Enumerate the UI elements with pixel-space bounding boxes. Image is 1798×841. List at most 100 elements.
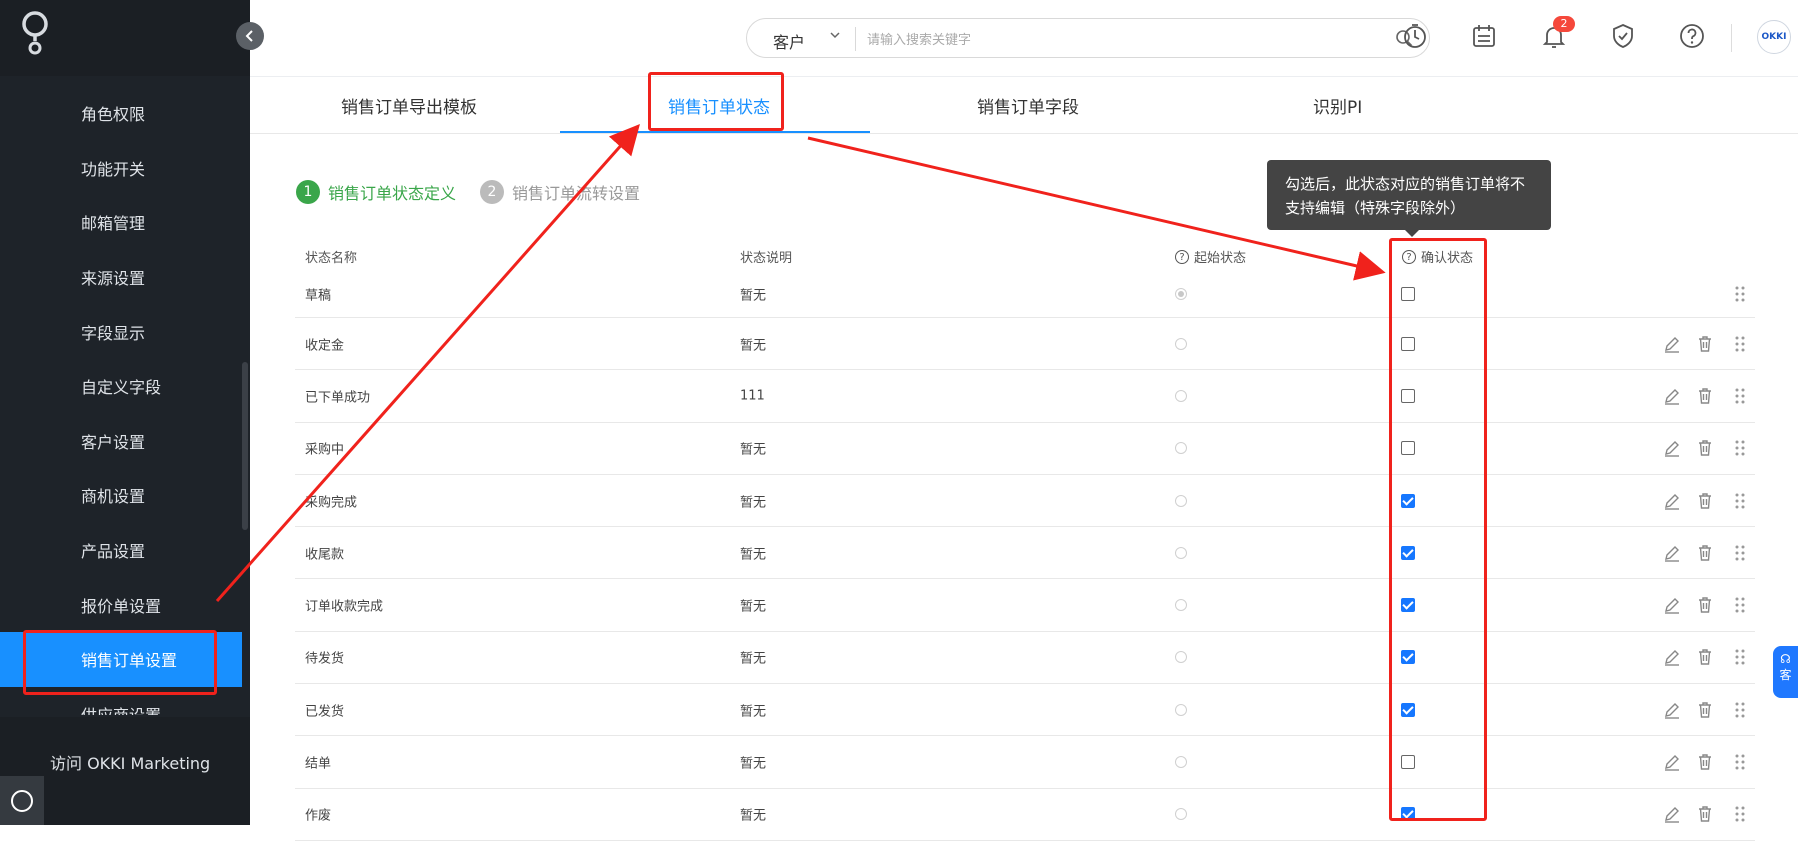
drag-handle-icon[interactable] — [1731, 596, 1749, 614]
confirm-status-checkbox[interactable] — [1401, 545, 1415, 560]
initial-status-radio[interactable] — [1175, 337, 1187, 350]
edit-icon[interactable] — [1663, 387, 1681, 405]
sidebar-item[interactable]: 角色权限 — [0, 86, 242, 141]
edit-icon[interactable] — [1663, 753, 1681, 771]
delete-icon[interactable] — [1696, 701, 1714, 719]
okki-marketing-link[interactable]: 访问 OKKI Marketing — [50, 750, 210, 774]
sidebar-scrollbar[interactable] — [242, 362, 248, 530]
delete-icon[interactable] — [1696, 648, 1714, 666]
edit-icon[interactable] — [1663, 335, 1681, 353]
sidebar-header — [0, 0, 250, 76]
step-flow-settings[interactable]: 2 销售订单流转设置 — [480, 180, 640, 204]
table-row: 作废 暂无 — [295, 789, 1755, 841]
column-header-confirm: ? 确认状态 — [1402, 247, 1473, 266]
delete-icon[interactable] — [1696, 335, 1714, 353]
delete-icon[interactable] — [1696, 544, 1714, 562]
confirm-status-checkbox[interactable] — [1401, 650, 1415, 665]
drag-handle-icon[interactable] — [1731, 335, 1749, 353]
tab-identify-pi[interactable]: 识别PI — [1313, 93, 1362, 118]
delete-icon[interactable] — [1696, 753, 1714, 771]
status-description: 暂无 — [740, 288, 767, 303]
initial-status-radio[interactable] — [1175, 442, 1187, 455]
tab-export-template[interactable]: 销售订单导出模板 — [341, 93, 477, 118]
sidebar-item[interactable]: 客户设置 — [0, 414, 242, 469]
sidebar-collapse-button[interactable] — [236, 22, 264, 50]
status-description: 暂无 — [740, 704, 767, 720]
help-icon[interactable] — [1678, 22, 1706, 50]
question-icon[interactable]: ? — [1175, 249, 1189, 264]
confirm-status-checkbox[interactable] — [1401, 755, 1415, 770]
app-logo-icon[interactable] — [18, 10, 52, 56]
drag-handle-icon[interactable] — [1731, 648, 1749, 666]
confirm-status-checkbox[interactable] — [1401, 388, 1415, 403]
confirm-status-checkbox[interactable] — [1401, 807, 1415, 822]
column-header-name: 状态名称 — [305, 251, 358, 266]
status-name: 作废 — [305, 808, 332, 824]
initial-status-radio[interactable] — [1175, 389, 1187, 402]
step-number: 1 — [296, 180, 320, 204]
delete-icon[interactable] — [1696, 387, 1714, 405]
sidebar-item[interactable]: 商机设置 — [0, 468, 242, 523]
table-row: 结单 暂无 — [295, 736, 1755, 789]
initial-status-radio[interactable] — [1175, 651, 1187, 664]
customer-service-button[interactable]: ☊ 客 — [1773, 646, 1798, 698]
drag-handle-icon[interactable] — [1731, 439, 1749, 457]
drag-handle-icon[interactable] — [1731, 701, 1749, 719]
sidebar-item[interactable]: 功能开关 — [0, 141, 242, 196]
initial-status-radio[interactable] — [1175, 287, 1187, 300]
sidebar-item[interactable]: 字段显示 — [0, 304, 242, 359]
sidebar-item[interactable]: 自定义字段 — [0, 359, 242, 414]
initial-status-radio[interactable] — [1175, 599, 1187, 612]
initial-status-radio[interactable] — [1175, 546, 1187, 559]
drag-handle-icon[interactable] — [1731, 753, 1749, 771]
confirm-status-checkbox[interactable] — [1401, 336, 1415, 351]
drag-handle-icon[interactable] — [1731, 285, 1749, 303]
delete-icon[interactable] — [1696, 805, 1714, 823]
drag-handle-icon[interactable] — [1731, 544, 1749, 562]
confirm-status-checkbox[interactable] — [1401, 598, 1415, 613]
initial-status-radio[interactable] — [1175, 756, 1187, 769]
delete-icon[interactable] — [1696, 596, 1714, 614]
confirm-status-checkbox[interactable] — [1401, 702, 1415, 717]
theme-toggle-icon[interactable] — [0, 776, 44, 825]
sidebar-item[interactable]: 销售订单设置 — [0, 631, 242, 687]
tab-order-status[interactable]: 销售订单状态 — [668, 93, 770, 118]
edit-icon[interactable] — [1663, 805, 1681, 824]
drag-handle-icon[interactable] — [1731, 492, 1749, 510]
tab-order-fields[interactable]: 销售订单字段 — [977, 93, 1079, 118]
edit-icon[interactable] — [1663, 701, 1681, 719]
shield-icon[interactable] — [1609, 22, 1637, 50]
step-status-definition[interactable]: 1 销售订单状态定义 — [296, 180, 456, 204]
edit-icon[interactable] — [1663, 544, 1681, 562]
sidebar-item[interactable]: 邮箱管理 — [0, 195, 242, 250]
edit-icon[interactable] — [1663, 648, 1681, 667]
sidebar-item[interactable]: 来源设置 — [0, 250, 242, 305]
delete-icon[interactable] — [1696, 439, 1714, 457]
search-input[interactable] — [865, 27, 1389, 53]
sidebar-item[interactable]: 报价单设置 — [0, 577, 242, 632]
sidebar-item[interactable]: 产品设置 — [0, 523, 242, 578]
edit-icon[interactable] — [1663, 492, 1681, 510]
initial-status-radio[interactable] — [1175, 494, 1187, 507]
confirm-status-checkbox[interactable] — [1401, 441, 1415, 456]
edit-icon[interactable] — [1663, 439, 1681, 457]
confirm-status-checkbox[interactable] — [1401, 493, 1415, 508]
status-name: 结单 — [305, 756, 332, 772]
search-scope-select[interactable]: 客户 — [773, 29, 805, 53]
drag-handle-icon[interactable] — [1731, 387, 1749, 405]
sidebar-item[interactable]: 供应商设置 — [0, 687, 242, 715]
table-row: 采购完成 暂无 — [295, 475, 1755, 528]
initial-status-radio[interactable] — [1175, 703, 1187, 716]
confirm-status-checkbox[interactable] — [1401, 286, 1415, 301]
drag-handle-icon[interactable] — [1731, 805, 1749, 823]
calendar-icon[interactable] — [1470, 22, 1498, 50]
question-icon[interactable]: ? — [1402, 249, 1416, 264]
avatar[interactable]: OKKI — [1757, 20, 1791, 54]
table-row: 收尾款 暂无 — [295, 527, 1755, 580]
initial-status-radio[interactable] — [1175, 808, 1187, 821]
edit-icon[interactable] — [1663, 596, 1681, 614]
timer-icon[interactable] — [1401, 22, 1429, 50]
status-name: 收尾款 — [305, 547, 345, 563]
chevron-down-icon[interactable] — [829, 29, 841, 41]
delete-icon[interactable] — [1696, 492, 1714, 510]
